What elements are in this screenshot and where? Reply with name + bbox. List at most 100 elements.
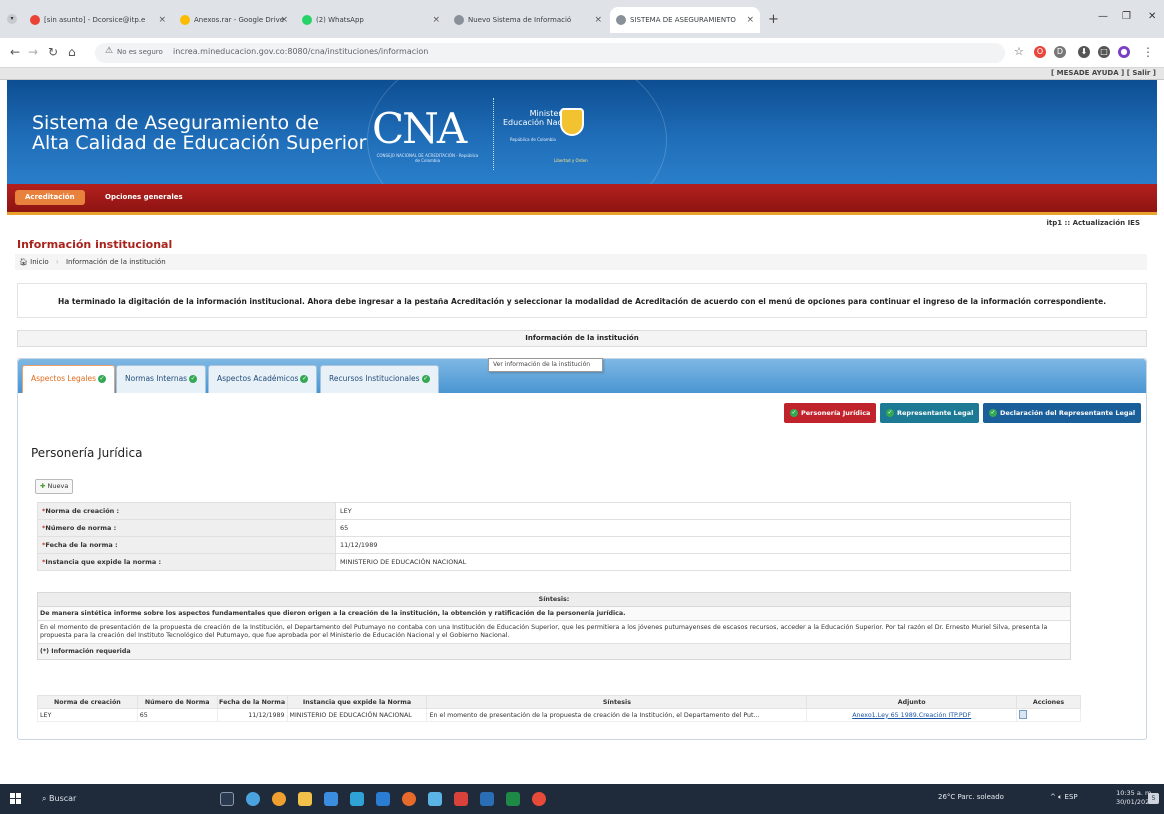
excel-icon[interactable] (506, 792, 520, 806)
mail-icon[interactable] (350, 792, 364, 806)
app-icon[interactable] (454, 792, 468, 806)
browser-tab-nuevo-sistema[interactable]: Nuevo Sistema de Informació × (448, 7, 608, 33)
profile-avatar-icon[interactable]: ● (1118, 46, 1130, 58)
download-icon[interactable]: ⬇ (1078, 46, 1090, 58)
language-indicator[interactable]: ESP (1065, 793, 1078, 801)
notification-icon[interactable]: 5 (1148, 793, 1159, 804)
extension-icon[interactable]: O (1034, 46, 1046, 58)
whatsapp-icon (302, 15, 312, 25)
check-icon: ✓ (97, 375, 106, 383)
menu-item-opciones-generales[interactable]: Opciones generales (95, 190, 193, 205)
column-header[interactable]: Acciones (1016, 695, 1081, 709)
close-tab-icon[interactable]: × (432, 15, 440, 25)
close-tab-icon[interactable]: × (280, 15, 288, 25)
attachment-link[interactable]: Anexo1.Ley 65 1989.Creación ITP.PDF (806, 708, 1018, 722)
app-icon[interactable] (480, 792, 494, 806)
institution-info-bar[interactable]: Información de la institución (17, 330, 1147, 347)
detail-row: *Norma de creación : LEY (37, 502, 1071, 520)
forward-icon[interactable]: → (28, 45, 38, 59)
app-icon[interactable] (532, 792, 546, 806)
detail-row: *Instancia que expide la norma : MINISTE… (37, 553, 1071, 571)
extension-puzzle-icon[interactable]: D (1054, 46, 1066, 58)
column-header[interactable]: Fecha de la Norma (216, 695, 288, 709)
word-icon[interactable] (376, 792, 390, 806)
volume-icon[interactable]: 🔈︎ (1058, 793, 1062, 801)
column-header[interactable]: Instancia que expide la Norma (286, 695, 428, 709)
colombia-coat-of-arms-icon (560, 108, 584, 136)
breadcrumb-home[interactable]: Inicio (30, 258, 49, 266)
field-value: LEY (335, 502, 1071, 520)
browser-tab-drive[interactable]: Anexos.rar - Google Drive × (174, 7, 294, 33)
cell-numero: 65 (136, 708, 218, 722)
close-tab-icon[interactable]: × (746, 15, 754, 25)
copilot-icon[interactable] (246, 792, 260, 806)
chrome-icon[interactable] (272, 792, 286, 806)
check-icon: ✓ (790, 409, 798, 417)
browser-tab-bar: ▾ [sin asunto] - Dcorsice@itp.e × Anexos… (0, 0, 1164, 38)
sintesis-text: En el momento de presentación de la prop… (38, 621, 1070, 644)
field-label: Norma de creación : (45, 507, 120, 515)
tray-chevron-icon[interactable]: ^ (1050, 793, 1056, 801)
declaracion-representante-button[interactable]: ✓ Declaración del Representante Legal (983, 403, 1142, 423)
home-icon[interactable]: 🏠︎ (19, 258, 28, 266)
tab-aspectos-legales[interactable]: Aspectos Legales ✓ (22, 365, 115, 393)
edit-document-icon[interactable] (1019, 709, 1028, 719)
app-icon[interactable] (428, 792, 442, 806)
help-desk-link[interactable]: [ MESADE AYUDA ] (1051, 69, 1124, 77)
representante-legal-button[interactable]: ✓ Representante Legal (880, 403, 980, 423)
browser-tab-sistema-aseguramiento[interactable]: SISTEMA DE ASEGURAMIENTO × (610, 7, 760, 33)
sidepanel-icon[interactable]: □ (1098, 46, 1110, 58)
new-tab-button[interactable]: + (768, 12, 779, 27)
browser-tab-whatsapp[interactable]: (2) WhatsApp × (296, 7, 446, 33)
column-header[interactable]: Número de Norma (136, 695, 218, 709)
check-icon: ✓ (989, 409, 997, 417)
taskbar-search-input[interactable]: ⌕ Buscar (30, 789, 200, 809)
more-menu-icon[interactable]: ⋮ (1142, 45, 1154, 59)
column-header[interactable]: Norma de creación (37, 695, 138, 709)
restore-icon[interactable]: ❐ (1122, 11, 1131, 22)
weather-widget[interactable]: 26°C Parc. soleado (938, 793, 1004, 801)
coat-of-arms-motto: Libertad y Orden (554, 158, 588, 163)
browser-tab-gmail[interactable]: [sin asunto] - Dcorsice@itp.e × (24, 7, 172, 33)
tab-search-icon[interactable]: ▾ (7, 14, 17, 24)
column-header[interactable]: Adjunto (806, 695, 1018, 709)
task-view-icon[interactable] (220, 792, 234, 806)
address-bar-row: ← → ↻ ⌂ ⚠ No es seguro increa.mineducaci… (0, 38, 1164, 68)
warning-icon: ⚠ (105, 46, 114, 56)
required-note: (*) Información requerida (38, 644, 1070, 659)
sintesis-question: De manera sintética informe sobre los as… (38, 607, 1070, 621)
cell-fecha: 11/12/1989 (216, 708, 288, 722)
logout-link[interactable]: [ Salir ] (1127, 69, 1156, 77)
main-menu-bar: Acreditación Opciones generales (7, 184, 1157, 212)
globe-icon (616, 15, 626, 25)
firefox-icon[interactable] (402, 792, 416, 806)
windows-start-icon[interactable] (10, 793, 22, 805)
system-title: Sistema de Aseguramiento de Alta Calidad… (32, 112, 367, 154)
close-window-icon[interactable]: ✕ (1148, 11, 1156, 22)
minimize-icon[interactable]: — (1098, 11, 1108, 22)
field-label: Número de norma : (45, 524, 117, 532)
plus-icon: ✚ (40, 482, 46, 490)
tab-aspectos-academicos[interactable]: Aspectos Académicos ✓ (208, 365, 318, 393)
breadcrumb-separator: › (55, 258, 59, 266)
sintesis-box: Síntesis: De manera sintética informe so… (37, 592, 1071, 660)
close-tab-icon[interactable]: × (158, 15, 166, 25)
page-title: Información institucional (17, 238, 173, 251)
back-icon[interactable]: ← (10, 45, 20, 59)
windows-taskbar: ⌕ Buscar 26°C Parc. soleado ^ 🔈︎ ESP 10:… (0, 784, 1164, 814)
tab-recursos-institucionales[interactable]: Recursos Institucionales ✓ (320, 365, 439, 393)
personeria-juridica-button[interactable]: ✓ Personería Jurídica (784, 403, 877, 423)
new-record-button[interactable]: ✚ Nueva (35, 479, 74, 494)
bookmark-star-icon[interactable]: ☆ (1014, 45, 1024, 58)
menu-item-acreditacion[interactable]: Acreditación (15, 190, 85, 205)
file-explorer-icon[interactable] (298, 792, 312, 806)
field-value: MINISTERIO DE EDUCACIÓN NACIONAL (335, 553, 1071, 571)
system-tray[interactable]: ^ 🔈︎ ESP (1050, 793, 1078, 802)
reload-icon[interactable]: ↻ (48, 45, 58, 59)
store-icon[interactable] (324, 792, 338, 806)
url-input[interactable]: ⚠ No es seguro increa.mineducacion.gov.c… (95, 43, 1005, 63)
tab-normas-internas[interactable]: Normas Internas ✓ (116, 365, 207, 393)
home-icon[interactable]: ⌂ (68, 45, 76, 59)
close-tab-icon[interactable]: × (594, 15, 602, 25)
column-header[interactable]: Síntesis (426, 695, 808, 709)
